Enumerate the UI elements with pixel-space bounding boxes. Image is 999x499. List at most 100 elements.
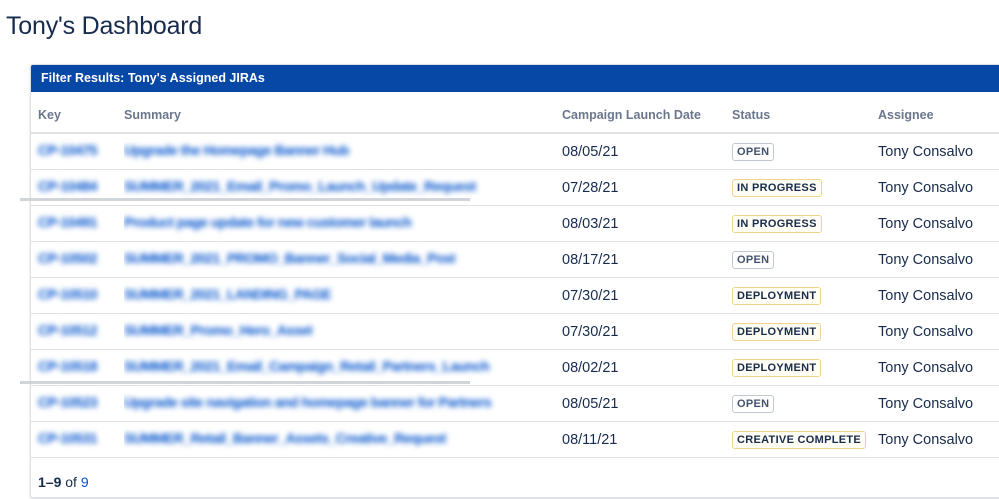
table-row[interactable]: CP-10502 SUMMER_2021_PROMO_Banner_Social_… — [31, 241, 999, 278]
status-badge: OPEN — [732, 251, 775, 269]
table-row[interactable]: CP-10523 Upgrade site navigation and home… — [31, 385, 999, 422]
issue-summary-link[interactable]: SUMMER_2021_LANDING_PAGE — [124, 286, 331, 302]
status-badge: IN PROGRESS — [732, 215, 822, 233]
status-badge: IN PROGRESS — [732, 179, 822, 197]
assignee-cell: Tony Consalvo — [878, 385, 999, 422]
pagination-range: 1–9 — [38, 474, 62, 490]
assignee-cell: Tony Consalvo — [878, 169, 999, 206]
issue-summary-link[interactable]: Upgrade site navigation and homepage ban… — [124, 394, 491, 410]
campaign-launch-date-cell: 08/03/21 — [562, 205, 732, 242]
status-cell: OPEN — [732, 241, 878, 278]
issue-key-cell: CP-10510 — [31, 277, 124, 314]
column-header-summary[interactable]: Summary — [124, 92, 562, 134]
status-cell: DEPLOYMENT — [732, 277, 878, 314]
assignee-name[interactable]: Tony Consalvo — [878, 360, 973, 376]
campaign-launch-date: 07/30/21 — [562, 288, 619, 304]
issue-summary-link[interactable]: Upgrade the Homepage Banner Hub — [124, 142, 349, 158]
assignee-name[interactable]: Tony Consalvo — [878, 324, 973, 340]
summary-cell: SUMMER_Retail_Banner_Assets_Creative_Req… — [124, 421, 562, 458]
issue-summary-link[interactable]: SUMMER_2021_Email_Campaign_Retail_Partne… — [124, 358, 489, 374]
summary-cell: Upgrade site navigation and homepage ban… — [124, 385, 562, 422]
table-row[interactable]: CP-10510 SUMMER_2021_LANDING_PAGE 07/30/21… — [31, 277, 999, 314]
issue-key-link[interactable]: CP-10502 — [38, 250, 120, 266]
column-header-assignee[interactable]: Assignee — [878, 92, 999, 134]
pagination-total[interactable]: 9 — [81, 474, 89, 490]
assignee-cell: Tony Consalvo — [878, 133, 999, 170]
campaign-launch-date-cell: 08/11/21 — [562, 421, 732, 458]
issue-key-link[interactable]: CP-10523 — [38, 394, 120, 410]
issue-key-cell: CP-10512 — [31, 313, 124, 350]
column-header-key[interactable]: Key — [31, 92, 124, 134]
issue-summary-link[interactable]: SUMMER_2021_PROMO_Banner_Social_Media_Po… — [124, 250, 455, 266]
panel-header: Filter Results: Tony's Assigned JIRAs — [31, 65, 999, 92]
campaign-launch-date-cell: 07/30/21 — [562, 277, 732, 314]
campaign-launch-date: 07/28/21 — [562, 180, 619, 196]
campaign-launch-date: 08/03/21 — [562, 216, 619, 232]
issue-key-link[interactable]: CP-10491 — [38, 214, 120, 230]
assignee-name[interactable]: Tony Consalvo — [878, 144, 973, 160]
issue-key-link[interactable]: CP-10518 — [38, 358, 120, 374]
assignee-name[interactable]: Tony Consalvo — [878, 216, 973, 232]
issues-table: Key Summary Campaign Launch Date Status … — [31, 92, 999, 458]
scroll-artifact — [20, 381, 470, 384]
assignee-cell: Tony Consalvo — [878, 421, 999, 458]
campaign-launch-date: 08/02/21 — [562, 360, 619, 376]
issue-summary-link[interactable]: Product page update for new customer lau… — [124, 214, 411, 230]
issue-summary-link[interactable]: SUMMER_2021_Email_Promo_Launch_Update_Re… — [124, 178, 476, 194]
issue-key-link[interactable]: CP-10475 — [38, 142, 120, 158]
status-badge: CREATIVE COMPLETE — [732, 431, 867, 449]
assignee-cell: Tony Consalvo — [878, 205, 999, 242]
campaign-launch-date-cell: 08/02/21 — [562, 349, 732, 386]
issue-key-link[interactable]: CP-10510 — [38, 286, 120, 302]
summary-cell: SUMMER_Promo_Hero_Asset — [124, 313, 562, 350]
issue-key-link[interactable]: CP-10512 — [38, 322, 120, 338]
column-header-status[interactable]: Status — [732, 92, 878, 134]
campaign-launch-date: 07/30/21 — [562, 324, 619, 340]
assignee-cell: Tony Consalvo — [878, 349, 999, 386]
issue-key-cell: CP-10531 — [31, 421, 124, 458]
column-header-campaign-launch-date[interactable]: Campaign Launch Date — [562, 92, 732, 134]
issue-key-cell: CP-10502 — [31, 241, 124, 278]
campaign-launch-date: 08/05/21 — [562, 144, 619, 160]
status-badge: DEPLOYMENT — [732, 323, 822, 341]
table-row[interactable]: CP-10491 Product page update for new cust… — [31, 205, 999, 242]
status-badge: OPEN — [732, 395, 775, 413]
table-header-row: Key Summary Campaign Launch Date Status … — [31, 92, 999, 134]
campaign-launch-date-cell: 08/17/21 — [562, 241, 732, 278]
assignee-name[interactable]: Tony Consalvo — [878, 396, 973, 412]
campaign-launch-date-cell: 08/05/21 — [562, 133, 732, 170]
issue-key-link[interactable]: CP-10484 — [38, 178, 120, 194]
assignee-name[interactable]: Tony Consalvo — [878, 432, 973, 448]
issue-key-link[interactable]: CP-10531 — [38, 430, 120, 446]
issue-key-cell: CP-10475 — [31, 133, 124, 170]
campaign-launch-date: 08/17/21 — [562, 252, 619, 268]
assignee-name[interactable]: Tony Consalvo — [878, 288, 973, 304]
table-row[interactable]: CP-10512 SUMMER_Promo_Hero_Asset 07/30/21 D… — [31, 313, 999, 350]
campaign-launch-date-cell: 08/05/21 — [562, 385, 732, 422]
scroll-artifact — [20, 198, 470, 201]
assignee-cell: Tony Consalvo — [878, 277, 999, 314]
issue-key-cell: CP-10523 — [31, 385, 124, 422]
status-cell: OPEN — [732, 385, 878, 422]
summary-cell: SUMMER_2021_PROMO_Banner_Social_Media_Po… — [124, 241, 562, 278]
status-cell: IN PROGRESS — [732, 205, 878, 242]
status-cell: CREATIVE COMPLETE — [732, 421, 878, 458]
page-title: Tony's Dashboard — [6, 12, 203, 40]
campaign-launch-date: 08/05/21 — [562, 396, 619, 412]
table-row[interactable]: CP-10475 Upgrade the Homepage Banner Hub 0… — [31, 133, 999, 170]
campaign-launch-date-cell: 07/30/21 — [562, 313, 732, 350]
campaign-launch-date-cell: 07/28/21 — [562, 169, 732, 206]
assignee-name[interactable]: Tony Consalvo — [878, 252, 973, 268]
summary-cell: SUMMER_2021_LANDING_PAGE — [124, 277, 562, 314]
assignee-name[interactable]: Tony Consalvo — [878, 180, 973, 196]
status-badge: DEPLOYMENT — [732, 359, 822, 377]
status-badge: DEPLOYMENT — [732, 287, 822, 305]
assignee-cell: Tony Consalvo — [878, 241, 999, 278]
issue-key-cell: CP-10491 — [31, 205, 124, 242]
pagination-of: of — [65, 474, 77, 490]
status-badge: OPEN — [732, 143, 775, 161]
issue-summary-link[interactable]: SUMMER_Promo_Hero_Asset — [124, 322, 312, 338]
issue-summary-link[interactable]: SUMMER_Retail_Banner_Assets_Creative_Req… — [124, 430, 446, 446]
status-cell: DEPLOYMENT — [732, 349, 878, 386]
table-row[interactable]: CP-10531 SUMMER_Retail_Banner_Assets_Crea… — [31, 421, 999, 458]
